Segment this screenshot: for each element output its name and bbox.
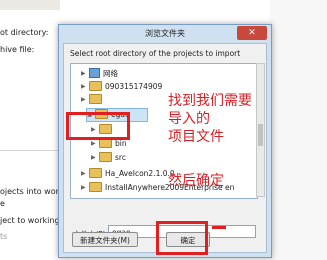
tree-item[interactable]: ▶ <box>81 94 105 106</box>
network-icon <box>89 68 100 78</box>
new-folder-button[interactable]: 新建文件夹(M) <box>72 232 138 247</box>
expand-arrow-icon[interactable]: ▶ <box>91 152 99 164</box>
annotation-confirm: 然后确定 <box>168 173 224 189</box>
working-sets-label: ts <box>0 232 8 241</box>
annotation-line-1: 找到我们需要 <box>168 93 252 109</box>
background-title-bar <box>0 0 60 10</box>
tree-item-network[interactable]: ▶ 网络 <box>81 68 118 80</box>
folder-icon <box>99 152 112 162</box>
tree-item[interactable]: ▶ 090315174909 <box>81 81 162 93</box>
expand-arrow-icon[interactable]: ▶ <box>81 168 89 180</box>
expand-arrow-icon[interactable]: ▶ <box>81 182 89 194</box>
folder-icon <box>89 182 102 192</box>
background-window-edge <box>270 0 327 260</box>
expand-arrow-icon[interactable]: ▶ <box>81 68 89 80</box>
arrow-icon <box>212 226 226 229</box>
selected-folder-highlight <box>66 112 130 140</box>
tree-item[interactable]: ▶ Ha_AveIcon2.1.0.0 <box>81 168 175 180</box>
expand-arrow-icon[interactable]: ▶ <box>81 81 89 93</box>
scrollbar-thumb[interactable] <box>258 124 263 146</box>
background-separator <box>0 150 60 151</box>
root-directory-label: ot directory: <box>0 28 49 37</box>
add-project-working-set-option[interactable]: ject to working <box>0 216 60 225</box>
tree-item-src[interactable]: ▶ src <box>91 152 126 164</box>
folder-icon <box>89 94 102 104</box>
annotation-line-3: 项目文件 <box>168 129 224 145</box>
close-icon[interactable]: ✕ <box>237 26 267 40</box>
annotation-line-2: 导入的 <box>168 111 210 127</box>
expand-arrow-icon[interactable]: ▶ <box>81 94 89 106</box>
tree-scrollbar[interactable] <box>256 63 265 197</box>
folder-icon <box>89 81 102 91</box>
dialog-message: Select root directory of the projects to… <box>70 49 241 58</box>
archive-file-label: hive file: <box>0 45 35 54</box>
background-option-2[interactable]: e <box>0 199 5 208</box>
folder-icon <box>89 168 102 178</box>
ok-button-highlight <box>156 221 208 255</box>
